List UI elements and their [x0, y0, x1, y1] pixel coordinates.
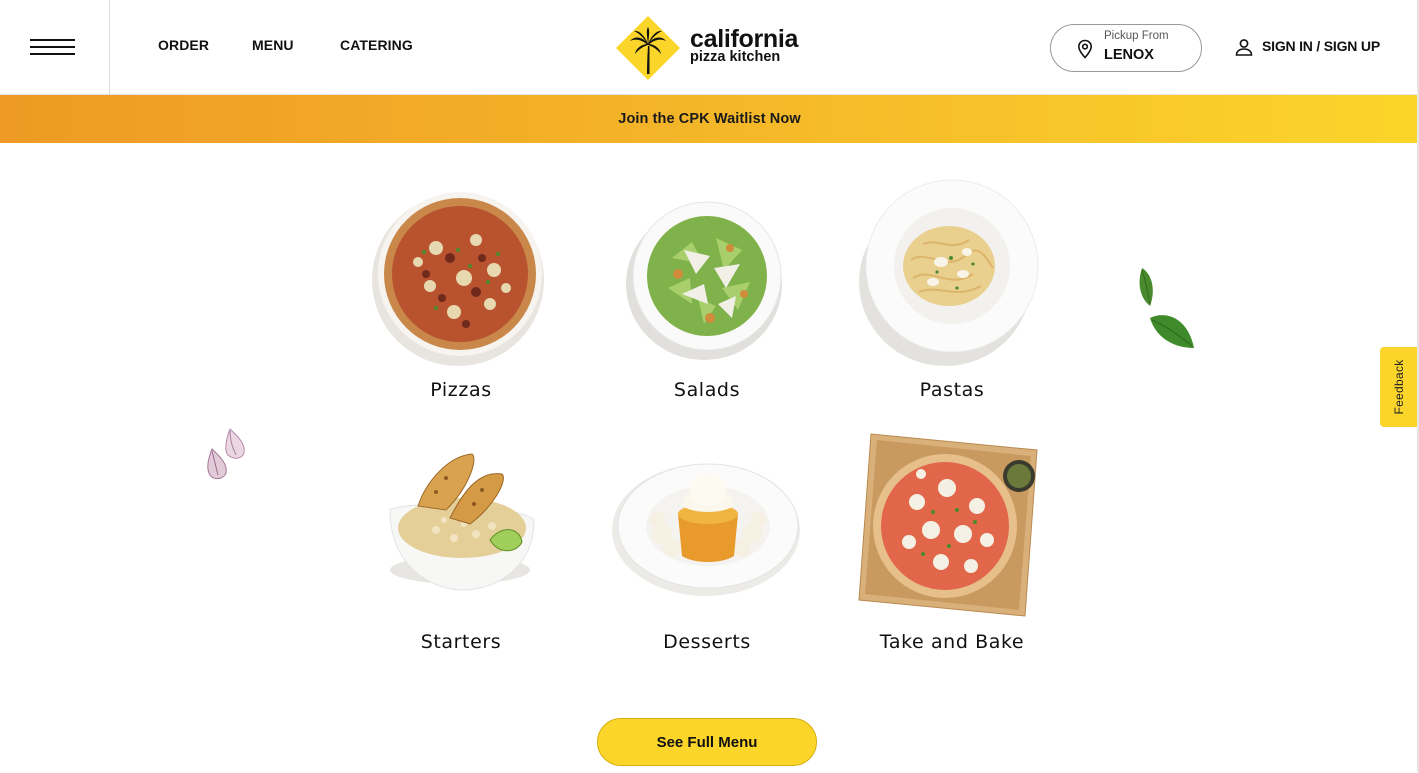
basil-leaves-decoration-icon — [1139, 268, 1194, 348]
feedback-label: Feedback — [1392, 359, 1406, 415]
category-label: Pastas — [919, 379, 985, 401]
pizza-image — [372, 192, 544, 366]
category-label: Pizzas — [430, 379, 492, 401]
logo-wordmark-line2: pizza kitchen — [690, 49, 781, 65]
nav-catering-link[interactable]: CATERING — [340, 37, 413, 53]
nav-menu-link[interactable]: MENU — [252, 37, 294, 53]
hamburger-line — [30, 53, 75, 55]
site-header: ORDER MENU CATERING california pizza kit… — [0, 0, 1419, 95]
hamburger-line — [30, 39, 75, 41]
waitlist-banner-text: Join the CPK Waitlist Now — [618, 111, 801, 127]
pasta-image — [859, 179, 1039, 366]
hamburger-line — [30, 46, 75, 48]
see-full-menu-label: See Full Menu — [656, 733, 758, 751]
category-label: Desserts — [663, 631, 751, 653]
cpk-logo[interactable]: california pizza kitchen — [616, 16, 806, 80]
sign-in-label: SIGN IN / SIGN UP — [1262, 38, 1380, 54]
user-icon — [1235, 39, 1253, 56]
see-full-menu-button[interactable]: See Full Menu — [597, 718, 817, 766]
category-label: Take and Bake — [879, 631, 1025, 653]
hamburger-menu-button[interactable] — [0, 0, 110, 95]
starters-image — [389, 453, 535, 591]
nav-order-link[interactable]: ORDER — [158, 37, 209, 53]
garlic-decoration-icon — [207, 428, 245, 480]
location-pin-icon — [1077, 39, 1093, 59]
waitlist-banner[interactable]: Join the CPK Waitlist Now — [0, 95, 1419, 143]
dessert-image — [612, 463, 800, 596]
category-label: Starters — [420, 631, 502, 653]
category-label: Salads — [673, 379, 741, 401]
pickup-label: Pickup From — [1104, 30, 1169, 42]
take-and-bake-image — [858, 433, 1038, 617]
salad-image — [626, 201, 782, 360]
pickup-location-value: LENOX — [1104, 47, 1154, 63]
feedback-tab[interactable]: Feedback — [1380, 347, 1418, 427]
palm-tree-logo-icon — [616, 16, 680, 80]
pickup-location-button[interactable]: Pickup From LENOX — [1050, 24, 1202, 72]
